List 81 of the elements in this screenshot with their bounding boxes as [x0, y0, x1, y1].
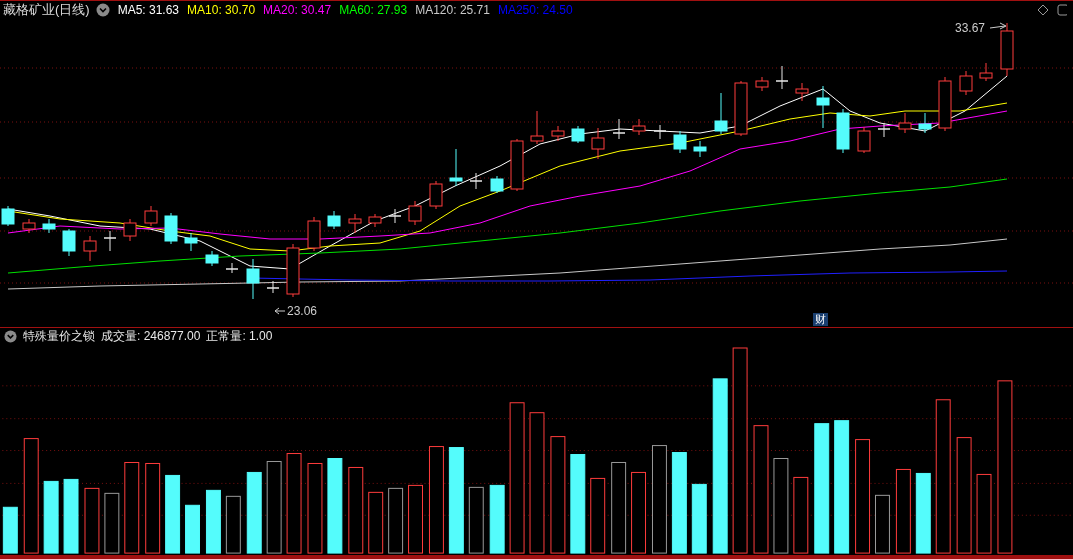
candlestick [755, 76, 769, 92]
indicator-reading: 成交量: 246877.00 [101, 328, 201, 346]
moving-average-reading: MA250: 24.50 [497, 3, 573, 17]
candlestick [632, 118, 646, 136]
volume-bar [205, 489, 221, 554]
candlestick [857, 126, 871, 154]
volume-bar [468, 486, 484, 554]
moving-average-reading: MA10: 30.70 [187, 3, 256, 17]
candlestick [62, 228, 76, 257]
candlestick [490, 175, 504, 194]
candlestick [571, 125, 585, 144]
indicator-reading: 正常量: 1.00 [206, 328, 273, 346]
moving-average-reading: MA5: 31.63 [117, 3, 180, 17]
candlestick [775, 65, 789, 90]
volume-bar [185, 504, 200, 554]
candlestick [83, 235, 97, 262]
volume-bar [489, 484, 505, 554]
candlestick [714, 92, 728, 135]
candlestick [918, 112, 932, 134]
candlestick [449, 148, 463, 187]
candlestick [408, 200, 422, 226]
volume-bar [368, 491, 384, 554]
candlestick [795, 82, 809, 102]
candlestick [469, 172, 483, 190]
candlestick [184, 232, 198, 252]
candlestick [898, 112, 912, 134]
candlestick [591, 127, 605, 160]
candlestick [144, 205, 158, 227]
moving-average-reading: MA120: 25.71 [415, 3, 490, 17]
chevron-down-icon[interactable] [4, 330, 17, 344]
candlestick [836, 108, 850, 154]
candlestick [653, 124, 667, 140]
candlestick [225, 262, 239, 274]
candlestick [103, 230, 117, 252]
stock-title: 藏格矿业(日线) [3, 1, 90, 19]
volume-bar [225, 495, 241, 554]
volume-bar [875, 494, 890, 554]
candlestick [164, 212, 178, 245]
candlestick [123, 218, 137, 242]
volume-bar [408, 484, 423, 554]
candlestick [266, 280, 280, 294]
candlestick [388, 208, 402, 224]
candlestick [246, 258, 260, 300]
candlestick [530, 110, 544, 145]
candlestick [42, 218, 56, 234]
candlestick [368, 213, 382, 228]
candlestick [979, 62, 993, 82]
candlestick [429, 180, 443, 210]
diamond-icon[interactable] [1037, 4, 1049, 16]
candlestick [877, 122, 891, 138]
candlestick [551, 125, 565, 142]
low-price-label: 23.06 [287, 304, 318, 318]
high-price-label: 33.67 [955, 21, 986, 35]
candlestick [693, 140, 707, 158]
candlestick [1, 205, 15, 227]
candlestick [22, 218, 36, 234]
moving-average-reading: MA60: 27.93 [339, 3, 408, 17]
volume-bar [84, 487, 100, 554]
volume-bar [2, 506, 18, 554]
chevron-down-icon[interactable] [95, 3, 110, 17]
moving-average-reading: MA20: 30.47 [263, 3, 332, 17]
finance-event-badge[interactable]: 财 [813, 313, 828, 326]
high-arrow-icon [989, 22, 1007, 30]
candlestick [938, 76, 952, 132]
candlestick [327, 210, 341, 230]
candlestick [816, 85, 830, 129]
candlestick [348, 213, 362, 234]
candlestick [1000, 22, 1014, 77]
indicator-title: 特殊量价之锁 [23, 328, 95, 346]
volume-bar [104, 492, 120, 554]
candlestick [307, 216, 321, 252]
candlestick [510, 138, 524, 192]
candlestick [734, 80, 748, 137]
volume-bar [691, 483, 707, 554]
volume-bar [388, 487, 404, 554]
candlestick [612, 118, 626, 140]
low-arrow-icon [274, 307, 286, 315]
candlestick [286, 243, 300, 298]
candlestick [673, 130, 687, 154]
candlestick [959, 70, 973, 96]
candlestick [205, 250, 219, 267]
